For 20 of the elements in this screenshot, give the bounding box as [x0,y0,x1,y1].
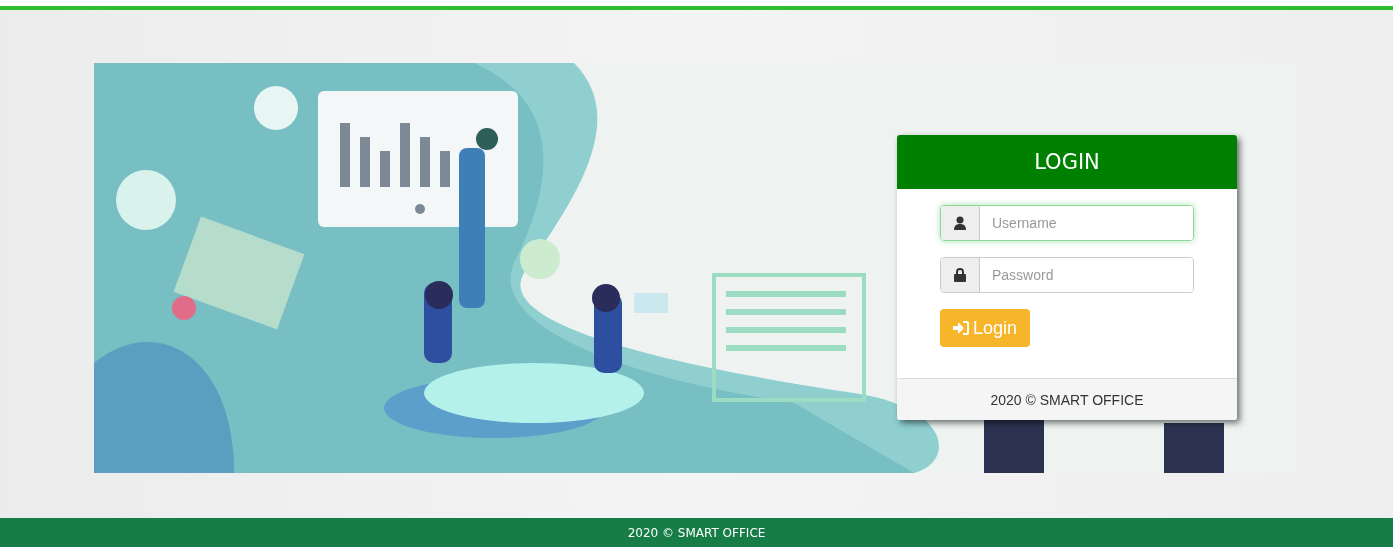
user-icon [953,216,967,230]
monitor-button-drawing [415,204,425,214]
lock-icon [954,268,966,282]
input-field[interactable]: Password [940,257,1194,293]
chart-bar [440,151,450,187]
question-bubble-drawing [520,239,560,279]
copyright-text: 2020 © SMART OFFICE [990,391,1144,408]
chart-bar [360,137,370,187]
play-bubble-drawing [254,86,298,130]
pie-bubble-drawing [116,170,176,230]
chart-bar [340,123,350,187]
footer-text: 2020 © SMART OFFICE [627,525,766,540]
chart-bar [420,137,430,187]
sign-in-icon [953,321,969,335]
input-field[interactable]: Username [940,205,1194,241]
login-button[interactable]: Login [940,309,1031,347]
envelope-drawing [634,293,668,313]
login-title: LOGIN [1034,150,1100,174]
chart-bar [400,123,410,187]
chart-bar [380,151,390,187]
